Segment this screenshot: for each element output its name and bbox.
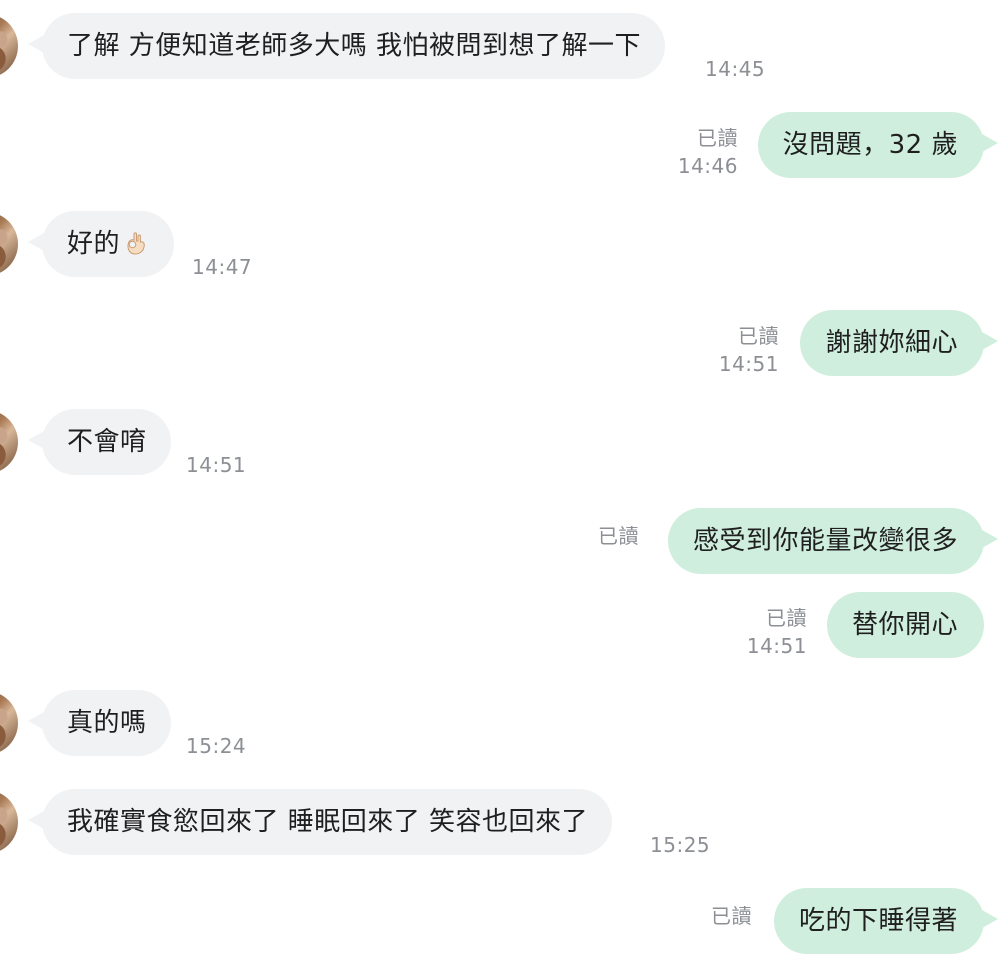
bubble-tail bbox=[982, 910, 998, 928]
bubble-tail bbox=[982, 134, 998, 152]
message-meta: 已讀 bbox=[711, 902, 752, 930]
message-text: 真的嗎 bbox=[67, 708, 147, 738]
message-text: 吃的下睡得著 bbox=[798, 906, 958, 936]
message-time: 14:51 bbox=[746, 634, 807, 658]
read-receipt: 已讀 bbox=[598, 524, 639, 548]
message-time: 14:47 bbox=[192, 255, 253, 279]
contact-avatar[interactable] bbox=[0, 691, 18, 755]
outgoing-message-bubble[interactable]: 感受到你能量改變很多 bbox=[667, 508, 984, 574]
message-text: 好的 bbox=[67, 229, 121, 259]
incoming-message-bubble[interactable]: 好的 bbox=[42, 211, 175, 277]
message-text: 替你開心 bbox=[851, 610, 958, 640]
message-time: 14:45 bbox=[705, 57, 766, 81]
read-receipt: 已讀 bbox=[711, 904, 752, 928]
read-receipt: 已讀 bbox=[738, 324, 779, 348]
message-meta: 已讀 bbox=[598, 522, 639, 550]
incoming-message-bubble[interactable]: 了解 方便知道老師多大嗎 我怕被問到想了解一下 bbox=[42, 13, 666, 79]
message-text: 感受到你能量改變很多 bbox=[692, 526, 958, 556]
ok-hand-icon bbox=[122, 216, 150, 255]
incoming-message-bubble[interactable]: 不會唷 bbox=[42, 409, 171, 475]
message-time: 14:51 bbox=[186, 453, 247, 477]
message-meta: 15:25 bbox=[650, 831, 710, 859]
message-text: 沒問題，32 歲 bbox=[782, 130, 958, 160]
outgoing-message-bubble[interactable]: 謝謝妳細心 bbox=[800, 310, 984, 376]
message-meta: 已讀 14:51 bbox=[747, 604, 807, 660]
message-time: 15:25 bbox=[650, 833, 711, 857]
message-text: 了解 方便知道老師多大嗎 我怕被問到想了解一下 bbox=[67, 31, 642, 61]
outgoing-message-bubble[interactable]: 吃的下睡得著 bbox=[773, 888, 984, 954]
message-time: 14:51 bbox=[718, 352, 779, 376]
message-meta: 14:45 bbox=[705, 55, 765, 83]
message-meta: 14:51 bbox=[186, 451, 246, 479]
message-meta: 已讀 14:51 bbox=[719, 322, 779, 378]
read-receipt: 已讀 bbox=[766, 606, 807, 630]
contact-avatar[interactable] bbox=[0, 14, 18, 78]
bubble-tail bbox=[982, 530, 998, 548]
message-time: 14:46 bbox=[677, 154, 738, 178]
contact-avatar[interactable] bbox=[0, 212, 18, 276]
incoming-message-bubble[interactable]: 我確實食慾回來了 睡眠回來了 笑容也回來了 bbox=[42, 789, 613, 855]
message-meta: 已讀 14:46 bbox=[678, 124, 738, 180]
incoming-message-bubble[interactable]: 真的嗎 bbox=[42, 690, 171, 756]
contact-avatar[interactable] bbox=[0, 790, 18, 854]
outgoing-message-bubble[interactable]: 沒問題，32 歲 bbox=[757, 112, 984, 178]
message-meta: 14:47 bbox=[192, 253, 252, 281]
message-text: 我確實食慾回來了 睡眠回來了 笑容也回來了 bbox=[67, 807, 589, 837]
read-receipt: 已讀 bbox=[697, 126, 738, 150]
message-time: 15:24 bbox=[186, 734, 247, 758]
contact-avatar[interactable] bbox=[0, 410, 18, 474]
outgoing-message-bubble[interactable]: 替你開心 bbox=[826, 592, 984, 658]
message-text: 不會唷 bbox=[67, 427, 147, 457]
bubble-tail bbox=[982, 332, 998, 350]
message-meta: 15:24 bbox=[186, 732, 246, 760]
message-text: 謝謝妳細心 bbox=[825, 328, 958, 358]
